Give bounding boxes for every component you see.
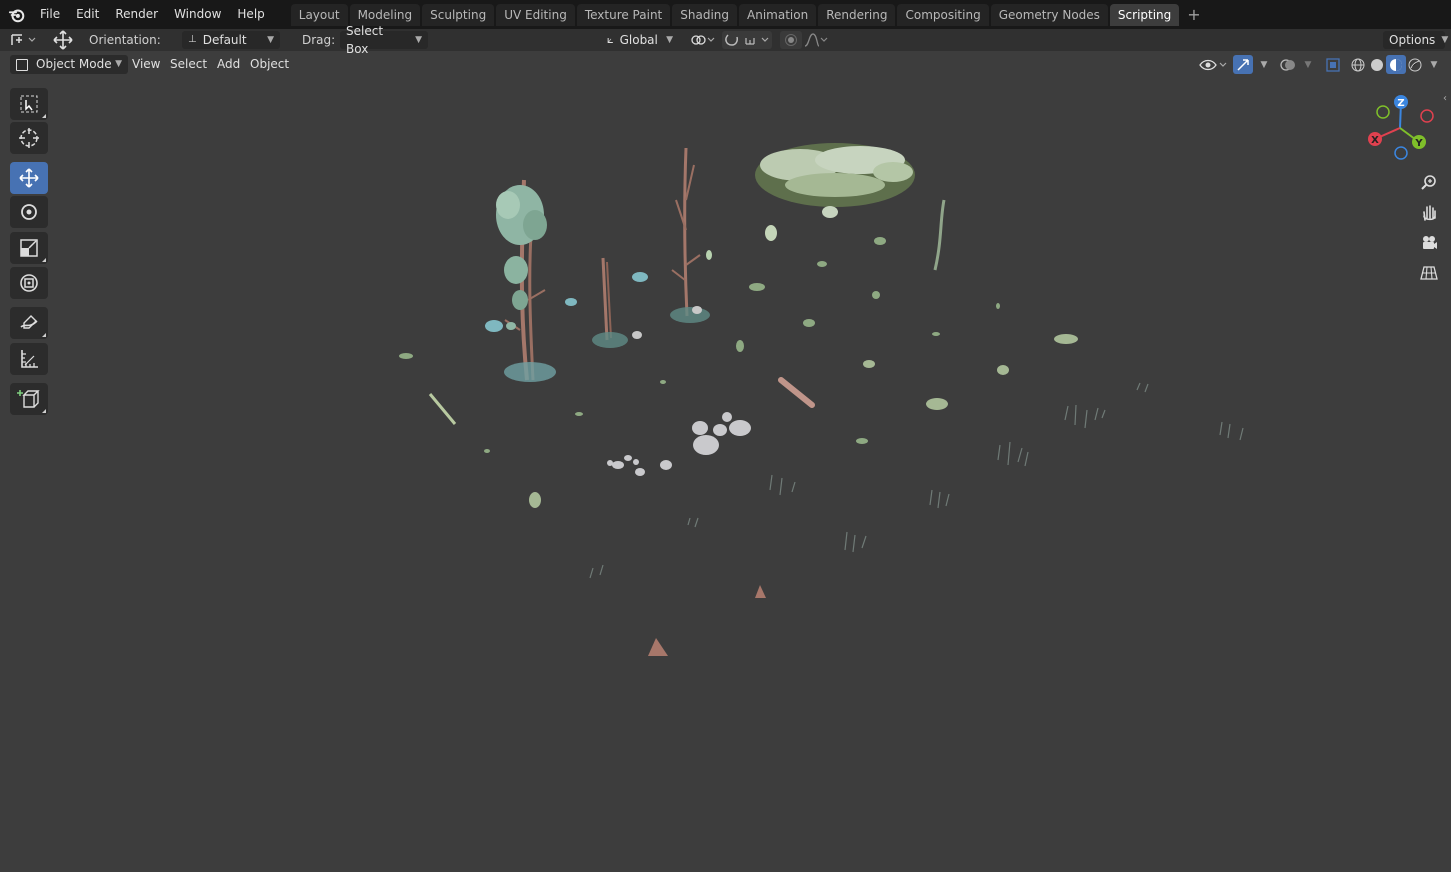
hand-pan-icon (1423, 205, 1436, 221)
object-mode-icon (16, 58, 28, 71)
gizmo-icon (1237, 58, 1249, 71)
tool-submenu-indicator (42, 114, 46, 118)
rotate-tool[interactable] (10, 196, 48, 228)
rotate-icon (21, 204, 37, 220)
cursor-tool[interactable] (10, 122, 48, 154)
overlays-toggle[interactable] (1278, 55, 1298, 74)
shading-solid[interactable] (1367, 55, 1387, 74)
chevron-down-icon: ▼ (1260, 59, 1268, 70)
vine-plant (933, 199, 946, 271)
perspective-toggle-button[interactable] (1417, 261, 1441, 285)
gizmo-toggle[interactable] (1233, 55, 1253, 74)
tree-bare (670, 147, 712, 323)
menu-object[interactable]: Object (244, 55, 295, 74)
viewport-3d-scene[interactable] (0, 0, 1451, 872)
z-axis-label: Z (1397, 98, 1404, 109)
navigation-gizmo[interactable]: Z X Y (1362, 90, 1442, 162)
menu-add[interactable]: Add (211, 55, 246, 74)
tree-leafy (485, 179, 556, 382)
negative-y-axis[interactable] (1376, 105, 1390, 119)
grass-tufts (589, 382, 1244, 579)
negative-x-axis[interactable] (1420, 109, 1434, 123)
camera-icon (1423, 236, 1437, 249)
move-arrows-icon (19, 168, 39, 188)
tree-thin-1 (592, 257, 642, 348)
transform-icon (20, 274, 38, 292)
pan-button[interactable] (1417, 201, 1441, 225)
measure-tool[interactable] (10, 343, 48, 375)
scale-icon (20, 239, 38, 257)
solid-sphere-icon (1371, 58, 1383, 71)
sidebar-toggle-icon[interactable]: ‹ (1443, 93, 1447, 104)
gizmo-dropdown[interactable]: ▼ (1254, 55, 1274, 74)
overlays-dropdown[interactable]: ▼ (1298, 55, 1318, 74)
chevron-down-icon: ▼ (1304, 59, 1312, 70)
fallen-log (778, 377, 815, 408)
rock-pile (607, 412, 751, 476)
cursor-crosshair-icon (19, 128, 39, 148)
overlays-icon (1280, 58, 1295, 71)
negative-z-axis[interactable] (1394, 146, 1408, 160)
wireframe-sphere-icon (1351, 58, 1365, 71)
zoom-magnifier-icon (1421, 175, 1436, 190)
move-tool[interactable] (10, 162, 48, 194)
chevron-down-icon: ▼ (115, 59, 122, 69)
zoom-button[interactable] (1417, 171, 1441, 195)
annotate-pencil-icon (20, 315, 38, 329)
select-box-icon (20, 95, 38, 113)
flowering-shrub-patch (755, 143, 915, 241)
measure-ruler-icon (21, 350, 38, 368)
shading-rendered[interactable] (1405, 55, 1425, 74)
viewport-header: Object Mode ▼ View Select Add Object ▼ ▼ (0, 51, 1451, 77)
camera-view-button[interactable] (1417, 231, 1441, 255)
add-cube-icon (17, 390, 40, 408)
perspective-grid-icon (1420, 266, 1438, 280)
small-plants (399, 237, 1078, 508)
eye-icon (1199, 59, 1227, 70)
add-cube-tool[interactable] (10, 383, 48, 415)
material-sphere-icon (1390, 58, 1402, 71)
tool-submenu-indicator (42, 333, 46, 337)
rendered-sphere-icon (1408, 58, 1422, 71)
xray-icon (1326, 57, 1340, 72)
select-box-tool[interactable] (10, 88, 48, 120)
visibility-dropdown[interactable] (1198, 55, 1228, 74)
shading-material-preview[interactable] (1386, 55, 1406, 74)
tool-submenu-indicator (42, 409, 46, 413)
annotate-tool[interactable] (10, 307, 48, 339)
x-axis-label: X (1371, 135, 1379, 146)
shading-wireframe[interactable] (1348, 55, 1368, 74)
shading-dropdown[interactable]: ▼ (1424, 55, 1444, 74)
y-axis-label: Y (1414, 138, 1423, 149)
transform-tool[interactable] (10, 267, 48, 299)
tool-submenu-indicator (42, 258, 46, 262)
scale-tool[interactable] (10, 232, 48, 264)
xray-toggle[interactable] (1323, 55, 1343, 74)
object-mode-label: Object Mode (36, 57, 112, 71)
chevron-down-icon: ▼ (1430, 59, 1438, 70)
object-mode-dropdown[interactable]: Object Mode ▼ (10, 55, 128, 74)
menu-select[interactable]: Select (164, 55, 213, 74)
menu-view[interactable]: View (126, 55, 166, 74)
tree-stumps (648, 585, 766, 656)
